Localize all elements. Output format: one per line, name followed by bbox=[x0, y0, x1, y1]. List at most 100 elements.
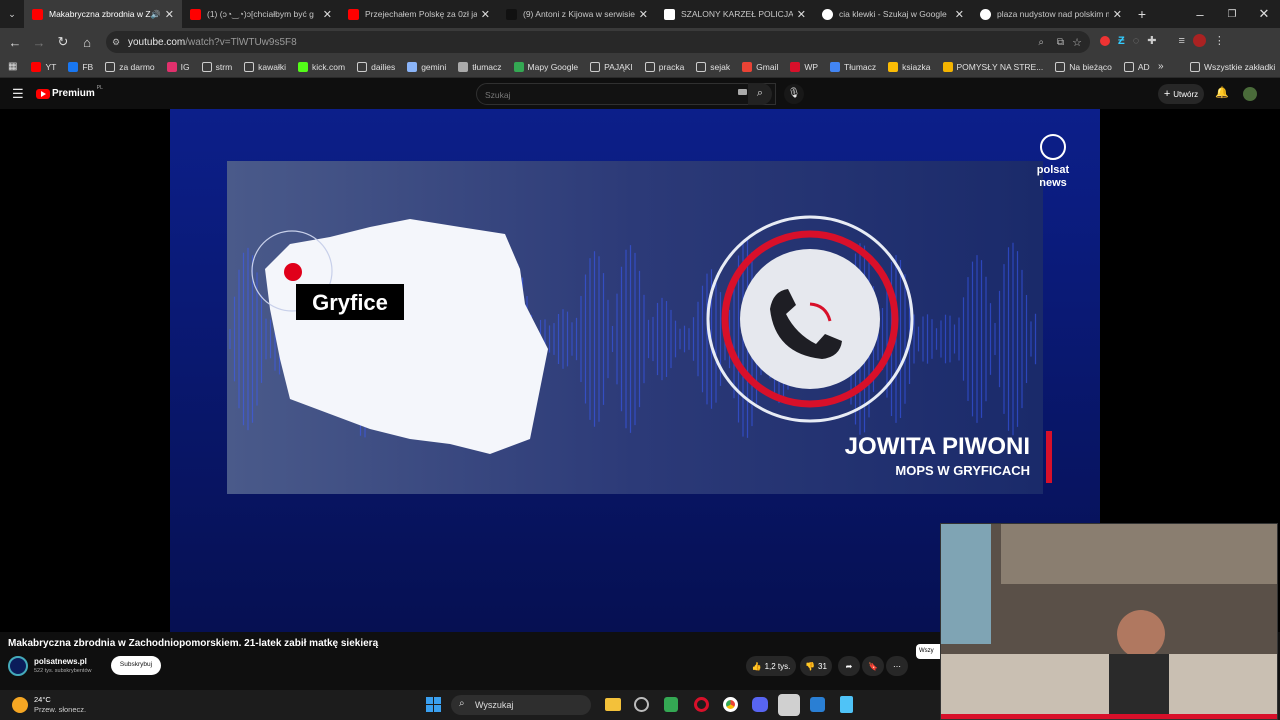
keyboard-icon[interactable] bbox=[738, 89, 747, 95]
brave-icon[interactable] bbox=[664, 697, 678, 712]
media-control-icon[interactable]: ≡ bbox=[1179, 35, 1185, 47]
new-tab-button[interactable]: + bbox=[1130, 6, 1154, 22]
restore-button[interactable]: ❐ bbox=[1216, 9, 1248, 20]
subscribe-button[interactable]: Subskrybuj bbox=[111, 656, 161, 675]
bookmark-item[interactable]: pracka bbox=[644, 61, 685, 72]
bookmark-item[interactable]: AD bbox=[1123, 61, 1150, 72]
omnibox[interactable]: ⚙ youtube.com/watch?v=TlWTUw9s5F8 ⌕ ⧉ ☆ bbox=[106, 31, 1090, 53]
bookmark-item[interactable]: ksiazka bbox=[888, 61, 931, 72]
tab-2[interactable]: Przejechałem Polskę za 0zł jako ✕ bbox=[340, 0, 498, 28]
tab-6[interactable]: plaza nudystow nad polskim m ✕ bbox=[972, 0, 1130, 28]
reload-button[interactable]: ↻ bbox=[51, 34, 75, 50]
youtube-logo[interactable]: Premium PL bbox=[36, 85, 103, 99]
bookmark-item[interactable]: POMYSŁY NA STRE... bbox=[942, 61, 1043, 72]
more-actions-button[interactable]: ⋯ bbox=[886, 656, 908, 676]
notepad-icon[interactable] bbox=[840, 696, 853, 713]
menu-icon[interactable]: ⋮ bbox=[1214, 34, 1225, 47]
bookmark-item[interactable]: kawałki bbox=[244, 61, 286, 72]
install-icon[interactable]: ⧉ bbox=[1057, 37, 1064, 48]
minimize-button[interactable]: – bbox=[1184, 7, 1216, 22]
app-taskbar-active-icon[interactable] bbox=[778, 694, 800, 716]
bookmark-label: ksiazka bbox=[902, 61, 931, 72]
audio-playing-icon[interactable]: 🔊 bbox=[151, 10, 161, 19]
bookmark-item[interactable]: tłumacz bbox=[458, 61, 502, 72]
profile-avatar[interactable] bbox=[1192, 34, 1206, 47]
weather-widget[interactable]: 24°C Przew. słonecz. bbox=[34, 695, 86, 715]
close-tab-icon[interactable]: ✕ bbox=[955, 8, 964, 21]
bookmark-item[interactable]: Na bieżąco bbox=[1055, 61, 1112, 72]
start-windows-icon[interactable] bbox=[426, 697, 441, 712]
channel-name[interactable]: polsatnews.pl bbox=[34, 657, 87, 666]
channel-avatar[interactable] bbox=[8, 656, 28, 676]
hamburger-menu-icon[interactable]: ☰ bbox=[12, 86, 24, 102]
voice-search-icon[interactable]: 🎙 bbox=[784, 84, 804, 104]
tab-list-chevron-icon[interactable]: ⌄ bbox=[0, 9, 24, 20]
forward-button[interactable]: → bbox=[27, 35, 51, 50]
bookmark-item[interactable]: Mapy Google bbox=[513, 61, 578, 72]
app-icon-circle[interactable] bbox=[634, 697, 649, 712]
bookmark-item[interactable]: FB bbox=[68, 61, 93, 72]
all-bookmarks[interactable]: Wszystkie zakładki bbox=[1190, 61, 1276, 72]
extension-gray-icon[interactable]: ◌ bbox=[1133, 35, 1140, 47]
bookmark-item[interactable]: dailies bbox=[357, 61, 395, 72]
share-button[interactable]: ➦ bbox=[838, 656, 860, 676]
tab-title: Przejechałem Polskę za 0zł jako bbox=[365, 9, 477, 19]
opera-icon[interactable] bbox=[694, 697, 709, 712]
taskbar-search[interactable]: ⌕ Wyszukaj bbox=[451, 695, 591, 715]
bookmark-item[interactable]: sejak bbox=[696, 61, 730, 72]
tab-4[interactable]: SZALONY KARZEŁ POLICJANT ✕ bbox=[656, 0, 814, 28]
bookmark-item[interactable]: Tłumacz bbox=[830, 61, 876, 72]
bookmark-label: Gmail bbox=[756, 61, 779, 72]
site-info-icon[interactable]: ⚙ bbox=[112, 37, 120, 48]
like-button[interactable]: 👍 1,2 tys. bbox=[746, 656, 796, 676]
tab-5[interactable]: cia klewki - Szukaj w Google ✕ bbox=[814, 0, 972, 28]
account-avatar[interactable] bbox=[1243, 87, 1257, 101]
tab-3[interactable]: (9) Antoni z Kijowa w serwisie X ✕ bbox=[498, 0, 656, 28]
extension-icon[interactable]: Ƶ bbox=[1118, 35, 1125, 47]
discord-icon[interactable] bbox=[752, 697, 768, 712]
tab-1[interactable]: (1) (ↄ◔‿◔)ↄ[chciałbym być g ✕ bbox=[182, 0, 340, 28]
record-extension-icon[interactable] bbox=[1100, 35, 1110, 46]
home-button[interactable]: ⌂ bbox=[75, 35, 99, 50]
bookmarks-overflow-icon[interactable]: » bbox=[1158, 61, 1164, 72]
bookmark-item[interactable]: IG bbox=[166, 61, 190, 72]
bookmark-item[interactable]: WP bbox=[790, 61, 818, 72]
close-tab-icon[interactable]: ✕ bbox=[165, 8, 174, 21]
bookmark-item[interactable]: PAJĄKI bbox=[590, 61, 633, 72]
extensions-puzzle-icon[interactable]: ✚ bbox=[1147, 34, 1156, 47]
bookmark-star-icon[interactable]: ☆ bbox=[1072, 36, 1082, 49]
tab-title: Makabryczna zbrodnia w Za bbox=[49, 9, 151, 19]
close-tab-icon[interactable]: ✕ bbox=[1113, 8, 1122, 21]
back-button[interactable]: ← bbox=[3, 35, 27, 50]
tab-0[interactable]: Makabryczna zbrodnia w Za 🔊 ✕ bbox=[24, 0, 182, 28]
bookmark-label: Na bieżąco bbox=[1069, 61, 1112, 72]
x-icon bbox=[506, 8, 517, 20]
bookmark-item[interactable]: strm bbox=[201, 61, 232, 72]
thumb-down-icon: 👎 bbox=[805, 661, 816, 671]
chrome-icon[interactable] bbox=[723, 697, 738, 712]
create-button[interactable]: + Utwórz bbox=[1158, 84, 1204, 104]
app-blue-icon[interactable] bbox=[810, 697, 825, 712]
save-button[interactable]: 🔖 bbox=[862, 656, 884, 676]
bookmark-item[interactable]: Gmail bbox=[742, 61, 779, 72]
apps-grid-icon[interactable]: ▦ bbox=[8, 61, 17, 72]
weather-sun-icon[interactable] bbox=[12, 697, 28, 713]
close-window-button[interactable]: ✕ bbox=[1248, 6, 1280, 22]
close-tab-icon[interactable]: ✕ bbox=[323, 8, 332, 21]
bookmark-label: pracka bbox=[658, 61, 685, 72]
close-tab-icon[interactable]: ✕ bbox=[797, 8, 806, 21]
notifications-bell-icon[interactable]: 🔔 bbox=[1215, 86, 1229, 99]
dislike-button[interactable]: 👎 31 bbox=[800, 656, 832, 676]
file-explorer-icon[interactable] bbox=[605, 698, 621, 711]
close-tab-icon[interactable]: ✕ bbox=[639, 8, 648, 21]
bookmark-item[interactable]: kick.com bbox=[298, 61, 345, 72]
search-button[interactable]: ⌕ bbox=[748, 83, 772, 105]
zoom-icon[interactable]: ⌕ bbox=[1038, 37, 1044, 48]
close-tab-icon[interactable]: ✕ bbox=[481, 8, 490, 21]
all-bookmarks-label: Wszystkie zakładki bbox=[1204, 61, 1276, 72]
bookmark-item[interactable]: YT bbox=[31, 61, 56, 72]
bookmark-item[interactable]: za darmo bbox=[105, 61, 155, 72]
bookmark-favicon-icon bbox=[742, 61, 753, 72]
bookmark-item[interactable]: gemini bbox=[407, 61, 446, 72]
search-input[interactable]: Szukaj bbox=[476, 83, 776, 105]
